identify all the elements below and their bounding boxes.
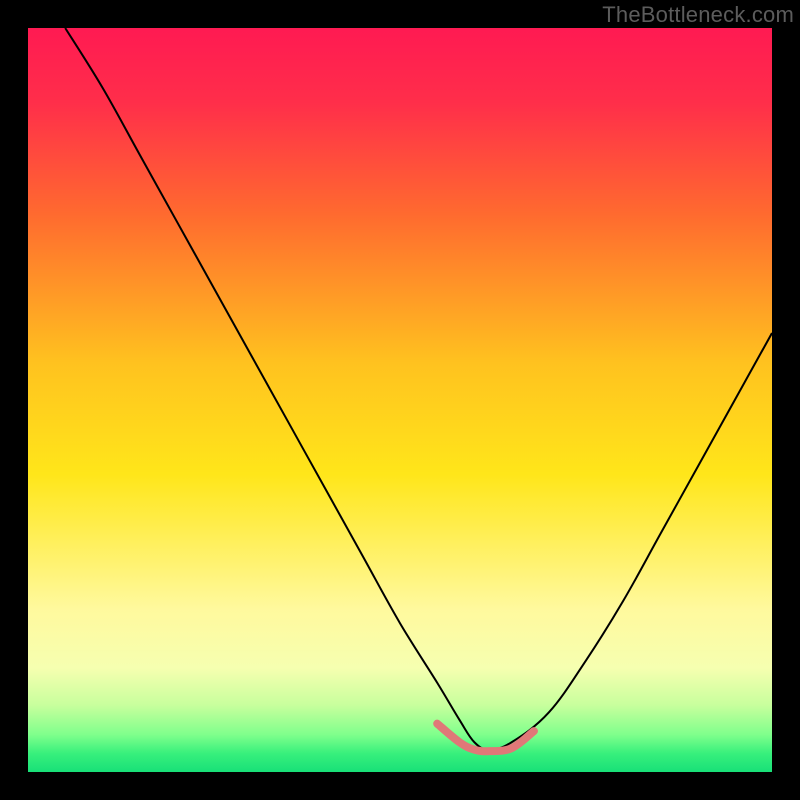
gradient-background	[28, 28, 772, 772]
plot-area	[28, 28, 772, 772]
chart-frame: TheBottleneck.com	[0, 0, 800, 800]
chart-svg	[28, 28, 772, 772]
watermark-text: TheBottleneck.com	[602, 2, 794, 28]
